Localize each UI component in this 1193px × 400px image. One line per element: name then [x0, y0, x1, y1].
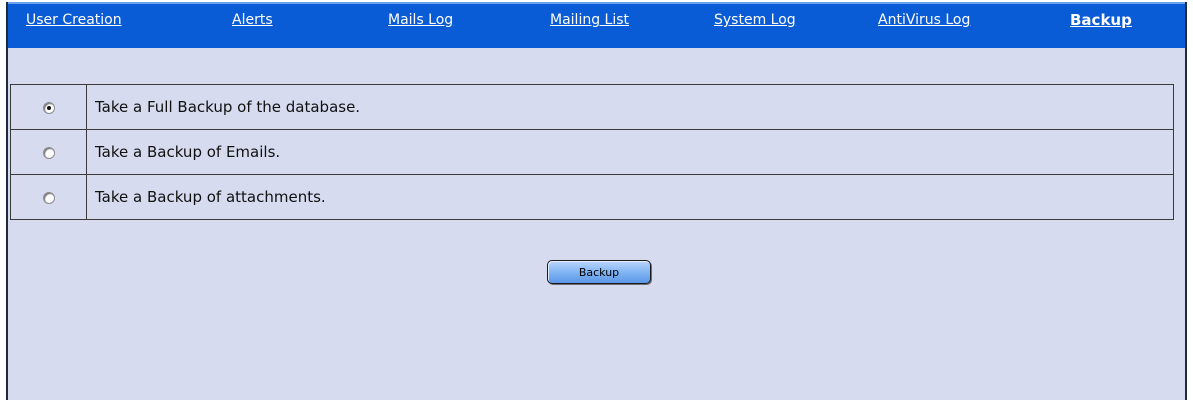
nav-link-mailing-list[interactable]: Mailing List — [550, 12, 629, 28]
attachments-backup-radio[interactable] — [42, 191, 55, 204]
radio-cell — [10, 129, 87, 175]
radio-cell — [10, 174, 87, 220]
nav-link-mails-log[interactable]: Mails Log — [388, 12, 453, 28]
nav-link-alerts[interactable]: Alerts — [232, 12, 273, 28]
full-backup-label: Take a Full Backup of the database. — [86, 84, 1174, 130]
attachments-backup-label: Take a Backup of attachments. — [86, 174, 1174, 220]
backup-panel: User Creation Alerts Mails Log Mailing L… — [6, 2, 1187, 400]
backup-option-row[interactable]: Take a Backup of attachments. — [10, 174, 1174, 220]
nav-link-backup[interactable]: Backup — [1070, 11, 1132, 29]
radio-cell — [10, 84, 87, 130]
full-backup-radio[interactable] — [42, 101, 55, 114]
backup-options-table: Take a Full Backup of the database. Take… — [10, 84, 1174, 220]
backup-button[interactable]: Backup — [547, 260, 651, 284]
backup-option-row[interactable]: Take a Full Backup of the database. — [10, 84, 1174, 130]
backup-option-row[interactable]: Take a Backup of Emails. — [10, 129, 1174, 175]
nav-link-antivirus-log[interactable]: AntiVirus Log — [878, 12, 970, 28]
nav-link-system-log[interactable]: System Log — [714, 12, 796, 28]
nav-link-user-creation[interactable]: User Creation — [26, 12, 122, 28]
emails-backup-radio[interactable] — [42, 146, 55, 159]
emails-backup-label: Take a Backup of Emails. — [86, 129, 1174, 175]
top-nav-bar: User Creation Alerts Mails Log Mailing L… — [8, 2, 1185, 48]
